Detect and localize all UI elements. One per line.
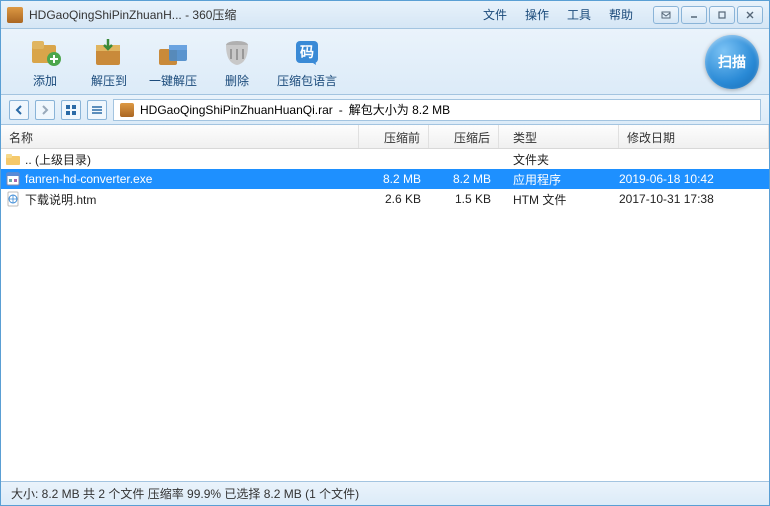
table-row[interactable]: fanren-hd-converter.exe 8.2 MB 8.2 MB 应用… xyxy=(1,169,769,189)
minimize-button[interactable] xyxy=(681,6,707,24)
menu-bar: 文件 操作 工具 帮助 xyxy=(483,6,633,23)
view-icons-button[interactable] xyxy=(61,100,81,120)
add-label: 添加 xyxy=(33,72,57,89)
toolbar: 添加 解压到 一键解压 删除 码 压缩包语言 扫描 xyxy=(1,29,769,95)
file-type: HTM 文件 xyxy=(499,191,619,208)
exe-icon xyxy=(5,171,21,187)
close-button[interactable] xyxy=(737,6,763,24)
path-box[interactable]: HDGaoQingShiPinZhuanHuanQi.rar - 解包大小为 8… xyxy=(113,99,761,121)
table-row[interactable]: 下载说明.htm 2.6 KB 1.5 KB HTM 文件 2017-10-31… xyxy=(1,189,769,209)
language-icon: 码 xyxy=(290,35,324,69)
file-name: 下载说明.htm xyxy=(25,191,96,208)
col-date-header[interactable]: 修改日期 xyxy=(619,125,769,148)
file-before: 2.6 KB xyxy=(359,192,429,206)
file-before: 8.2 MB xyxy=(359,172,429,186)
path-bar: HDGaoQingShiPinZhuanHuanQi.rar - 解包大小为 8… xyxy=(1,95,769,125)
htm-icon xyxy=(5,191,21,207)
forward-button[interactable] xyxy=(35,100,55,120)
archive-file-icon xyxy=(120,103,134,117)
col-after-header[interactable]: 压缩后 xyxy=(429,125,499,148)
one-click-extract-icon xyxy=(156,35,190,69)
app-icon xyxy=(7,7,23,23)
column-headers: 名称 压缩前 压缩后 类型 修改日期 xyxy=(1,125,769,149)
extract-to-icon xyxy=(92,35,126,69)
path-unpack-size: 解包大小为 8.2 MB xyxy=(349,101,450,118)
path-separator: - xyxy=(339,103,343,117)
menu-file[interactable]: 文件 xyxy=(483,6,507,23)
col-name-header[interactable]: 名称 xyxy=(1,125,359,148)
trash-icon xyxy=(220,35,254,69)
delete-label: 删除 xyxy=(225,72,249,89)
one-click-extract-button[interactable]: 一键解压 xyxy=(141,33,205,91)
file-type: 文件夹 xyxy=(499,151,619,168)
file-name: fanren-hd-converter.exe xyxy=(25,172,152,186)
archive-lang-button[interactable]: 码 压缩包语言 xyxy=(269,33,345,91)
file-type: 应用程序 xyxy=(499,171,619,188)
menu-help[interactable]: 帮助 xyxy=(609,6,633,23)
menu-operate[interactable]: 操作 xyxy=(525,6,549,23)
path-archive-name: HDGaoQingShiPinZhuanHuanQi.rar xyxy=(140,103,333,117)
view-list-button[interactable] xyxy=(87,100,107,120)
window-controls xyxy=(653,6,763,24)
feedback-button[interactable] xyxy=(653,6,679,24)
add-icon xyxy=(28,35,62,69)
file-name: .. (上级目录) xyxy=(25,151,91,168)
table-row[interactable]: .. (上级目录) 文件夹 xyxy=(1,149,769,169)
extract-to-label: 解压到 xyxy=(91,72,127,89)
status-text: 大小: 8.2 MB 共 2 个文件 压缩率 99.9% 已选择 8.2 MB … xyxy=(11,485,359,502)
file-after: 8.2 MB xyxy=(429,172,499,186)
back-button[interactable] xyxy=(9,100,29,120)
file-date: 2017-10-31 17:38 xyxy=(619,192,769,206)
add-button[interactable]: 添加 xyxy=(13,33,77,91)
status-bar: 大小: 8.2 MB 共 2 个文件 压缩率 99.9% 已选择 8.2 MB … xyxy=(1,481,769,505)
folder-icon xyxy=(5,151,21,167)
file-after: 1.5 KB xyxy=(429,192,499,206)
file-list[interactable]: .. (上级目录) 文件夹 fanren-hd-converter.exe 8.… xyxy=(1,149,769,459)
col-type-header[interactable]: 类型 xyxy=(499,125,619,148)
file-date: 2019-06-18 10:42 xyxy=(619,172,769,186)
scan-label: 扫描 xyxy=(718,52,746,72)
window-title: HDGaoQingShiPinZhuanH... - 360压缩 xyxy=(29,6,483,23)
title-bar: HDGaoQingShiPinZhuanH... - 360压缩 文件 操作 工… xyxy=(1,1,769,29)
svg-text:码: 码 xyxy=(300,44,314,60)
archive-lang-label: 压缩包语言 xyxy=(277,72,337,89)
extract-to-button[interactable]: 解压到 xyxy=(77,33,141,91)
scan-button[interactable]: 扫描 xyxy=(705,35,759,89)
delete-button[interactable]: 删除 xyxy=(205,33,269,91)
one-click-extract-label: 一键解压 xyxy=(149,72,197,89)
col-before-header[interactable]: 压缩前 xyxy=(359,125,429,148)
maximize-button[interactable] xyxy=(709,6,735,24)
menu-tools[interactable]: 工具 xyxy=(567,6,591,23)
